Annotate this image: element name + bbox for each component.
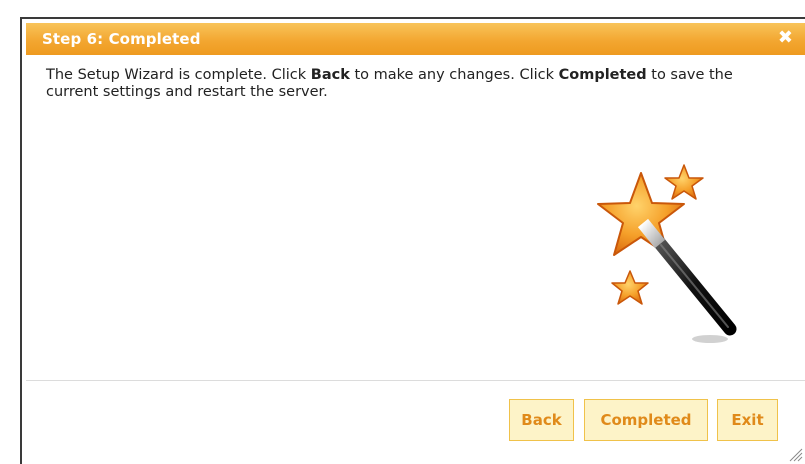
setup-wizard-dialog: Step 6: Completed ✖ The Setup Wizard is … (20, 17, 805, 464)
resize-grip-icon[interactable] (787, 446, 803, 462)
exit-button[interactable]: Exit (717, 399, 778, 441)
wand-icon (637, 218, 737, 336)
close-icon[interactable]: ✖ (778, 27, 793, 49)
message-back-keyword: Back (310, 67, 350, 83)
small-star-top-icon (664, 164, 704, 200)
completion-message: The Setup Wizard is complete. Click Back… (46, 67, 786, 101)
message-text-1: The Setup Wizard is complete. Click (46, 67, 311, 83)
dialog-title: Step 6: Completed (42, 30, 201, 48)
dialog-titlebar[interactable]: Step 6: Completed ✖ (26, 23, 805, 55)
big-star-icon (597, 172, 685, 256)
magic-wand-stars-icon (597, 164, 737, 343)
footer-divider (26, 380, 805, 381)
message-completed-keyword: Completed (558, 67, 647, 83)
message-text-2: to make any changes. Click (349, 67, 559, 83)
small-star-bottom-icon (611, 270, 649, 305)
back-button[interactable]: Back (509, 399, 574, 441)
completed-button[interactable]: Completed (584, 399, 708, 441)
